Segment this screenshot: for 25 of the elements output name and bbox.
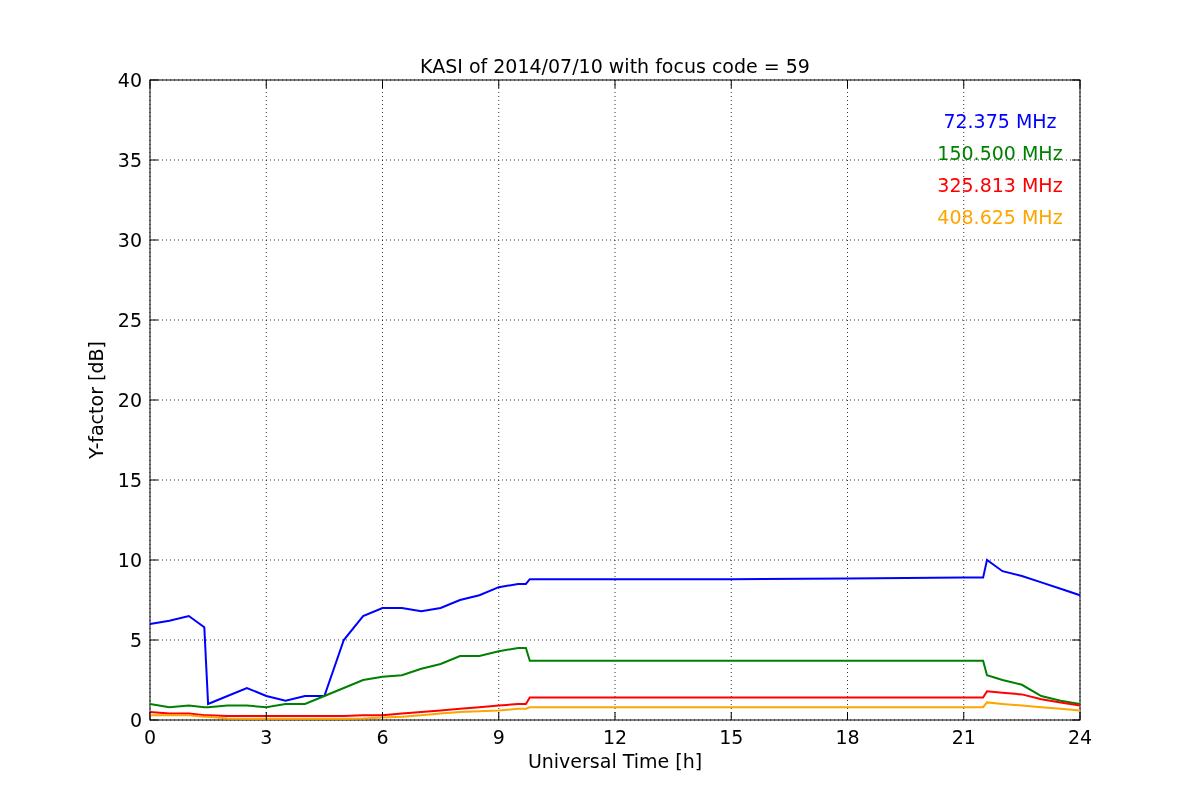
y-tick-label: 30	[117, 229, 142, 251]
x-tick-label: 18	[835, 726, 860, 748]
legend-label: 325.813 MHz	[937, 174, 1063, 196]
y-tick-label: 0	[129, 709, 142, 731]
y-tick-label: 25	[117, 309, 142, 331]
y-tick-label: 5	[129, 629, 142, 651]
y-tick-label: 20	[117, 389, 142, 411]
x-tick-label: 3	[260, 726, 273, 748]
legend-label: 72.375 MHz	[943, 110, 1057, 132]
y-tick-label: 15	[117, 469, 142, 491]
chart-title: KASI of 2014/07/10 with focus code = 59	[420, 55, 810, 77]
x-tick-label: 24	[1067, 726, 1093, 748]
legend-label: 150.500 MHz	[937, 142, 1063, 164]
x-tick-label: 21	[951, 726, 976, 748]
y-tick-label: 40	[117, 69, 142, 91]
legend-label: 408.625 MHz	[937, 206, 1063, 228]
x-tick-label: 15	[719, 726, 744, 748]
x-tick-label: 6	[376, 726, 389, 748]
x-axis-label: Universal Time [h]	[527, 750, 703, 772]
x-tick-label: 0	[143, 726, 157, 748]
y-axis-label: Y-factor [dB]	[85, 341, 107, 459]
y-tick-label: 35	[117, 149, 142, 171]
y-tick-label: 10	[117, 549, 142, 571]
x-tick-label: 9	[492, 726, 505, 748]
x-tick-label: 12	[602, 726, 628, 748]
